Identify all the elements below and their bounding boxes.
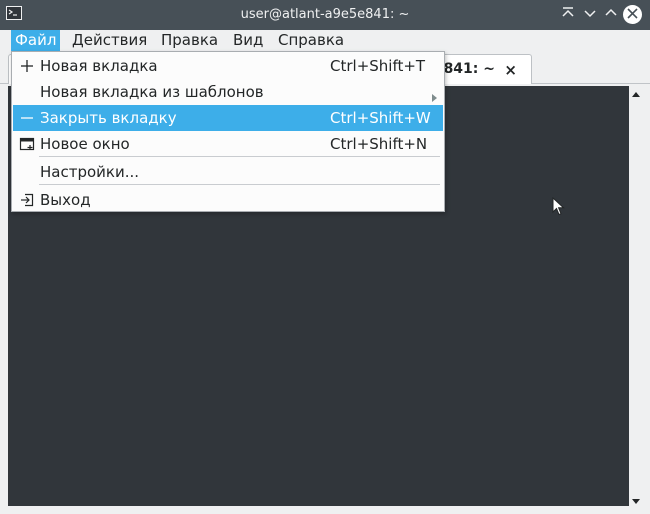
keep-above-button[interactable]: [558, 5, 578, 25]
menu-item-label: Новая вкладка из шаблонов: [40, 83, 264, 101]
menu-item-close-tab[interactable]: Закрыть вкладку Ctrl+Shift+W: [13, 105, 443, 131]
title-bar[interactable]: user@atlant-a9e5e841: ~: [0, 0, 650, 30]
menu-separator: [39, 156, 440, 157]
konsole-window: user@atlant-a9e5e841: ~ Файл Действия Пр…: [0, 0, 650, 514]
menu-item-label: Закрыть вкладку: [40, 109, 177, 127]
menu-item-new-window[interactable]: Новое окно Ctrl+Shift+N: [13, 131, 443, 157]
maximize-button[interactable]: [601, 5, 621, 25]
menu-item-shortcut: Ctrl+Shift+T: [330, 57, 426, 75]
menu-actions[interactable]: Действия: [68, 30, 151, 52]
menu-help[interactable]: Справка: [274, 30, 348, 52]
file-menu-dropdown: Новая вкладка Ctrl+Shift+T Новая вкладка…: [11, 51, 445, 212]
submenu-arrow-icon: [432, 88, 437, 102]
tab-close-button[interactable]: ×: [504, 61, 517, 79]
menu-item-new-tab-from-template[interactable]: Новая вкладка из шаблонов: [13, 79, 443, 105]
menu-bar: Файл Действия Правка Вид Справка: [0, 30, 650, 52]
menu-item-settings[interactable]: Настройки...: [13, 159, 443, 185]
chevron-up-icon: [604, 6, 618, 24]
menu-item-new-tab[interactable]: Новая вкладка Ctrl+Shift+T: [13, 53, 443, 79]
menu-view[interactable]: Вид: [229, 30, 267, 52]
close-icon: [627, 7, 638, 23]
menu-separator: [39, 184, 440, 185]
menu-item-label: Новая вкладка: [40, 57, 158, 75]
menu-item-label: Выход: [40, 191, 91, 209]
minus-icon: [19, 110, 35, 126]
plus-icon: [19, 58, 35, 74]
scrollbar[interactable]: [630, 86, 642, 506]
menu-item-exit[interactable]: Выход: [13, 187, 443, 213]
mouse-pointer-icon: [552, 196, 566, 217]
menu-edit[interactable]: Правка: [157, 30, 222, 52]
chevron-down-icon: [583, 6, 597, 24]
menu-file[interactable]: Файл: [11, 30, 61, 52]
minimize-button[interactable]: [580, 5, 600, 25]
tab-title: 841: ~: [443, 61, 495, 77]
chevron-up-bar-icon: [561, 6, 575, 24]
scroll-down-arrow-icon[interactable]: [631, 494, 641, 504]
menu-item-label: Настройки...: [40, 163, 140, 181]
window-title: user@atlant-a9e5e841: ~: [240, 7, 410, 22]
menu-item-label: Новое окно: [40, 135, 130, 153]
new-window-icon: [19, 136, 35, 152]
close-window-button[interactable]: [623, 5, 642, 24]
menu-item-shortcut: Ctrl+Shift+N: [330, 135, 428, 153]
scroll-up-arrow-icon[interactable]: [631, 88, 641, 98]
menu-item-shortcut: Ctrl+Shift+W: [330, 109, 431, 127]
exit-icon: [19, 192, 35, 208]
